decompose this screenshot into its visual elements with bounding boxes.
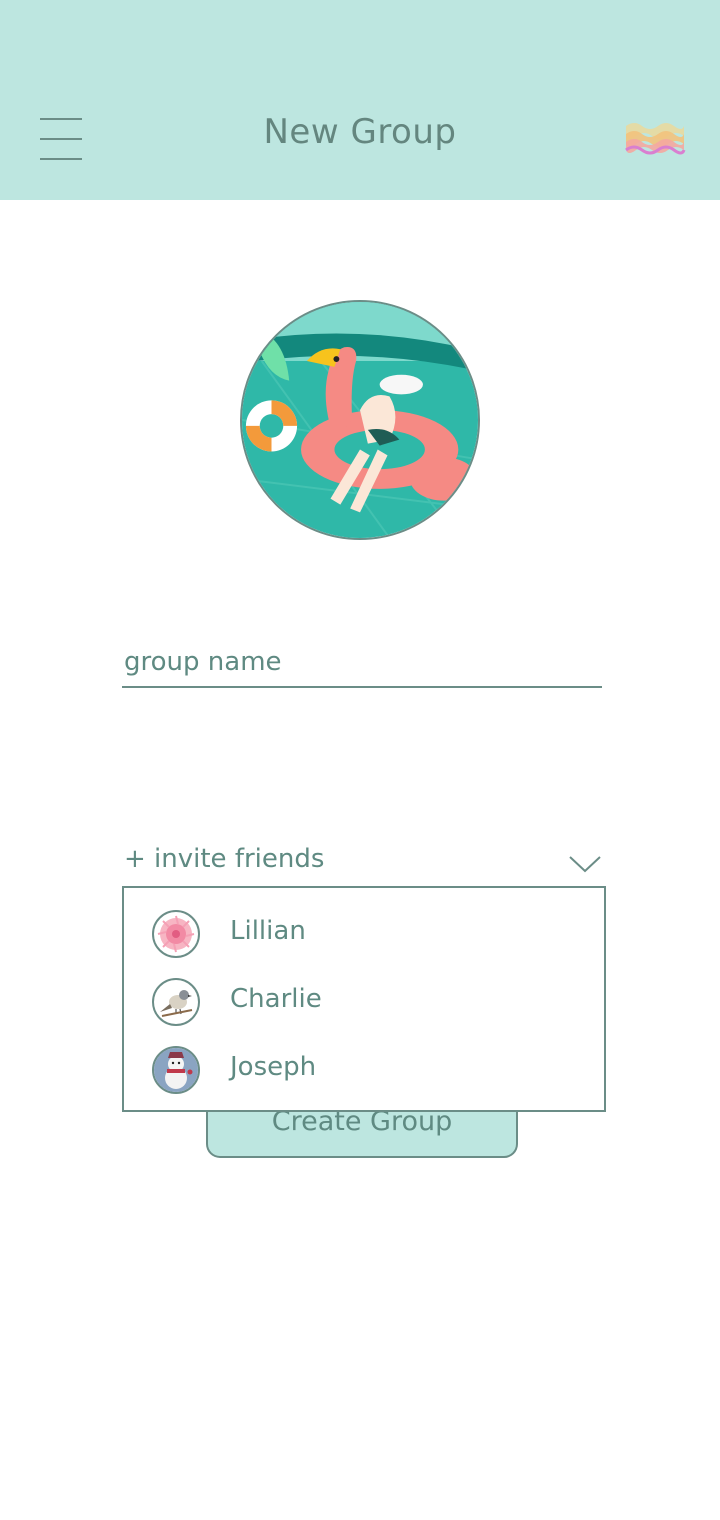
app-header: New Group (0, 0, 720, 200)
rainbow-waves-icon[interactable] (622, 116, 686, 164)
friend-name: Lillian (230, 916, 306, 946)
friend-name: Charlie (230, 984, 322, 1014)
invite-friends-label: + invite friends (124, 844, 325, 874)
flamingo-pool-illustration (242, 302, 478, 538)
friend-item-joseph[interactable]: Joseph (124, 1038, 604, 1102)
group-avatar[interactable] (240, 300, 480, 540)
friends-dropdown: Lillian Charlie Joseph (122, 886, 606, 1112)
chevron-down-icon (569, 856, 601, 873)
page-title: New Group (263, 112, 457, 152)
bird-avatar (152, 978, 200, 1026)
friend-item-lillian[interactable]: Lillian (124, 902, 604, 966)
menu-line (40, 158, 82, 160)
invite-friends-toggle[interactable]: + invite friends (122, 840, 606, 886)
friend-name: Joseph (230, 1052, 317, 1082)
pink-flower-avatar (152, 910, 200, 958)
group-name-input[interactable] (122, 640, 602, 684)
friend-item-charlie[interactable]: Charlie (124, 970, 604, 1034)
group-name-field[interactable] (122, 640, 602, 688)
snowman-avatar (152, 1046, 200, 1094)
